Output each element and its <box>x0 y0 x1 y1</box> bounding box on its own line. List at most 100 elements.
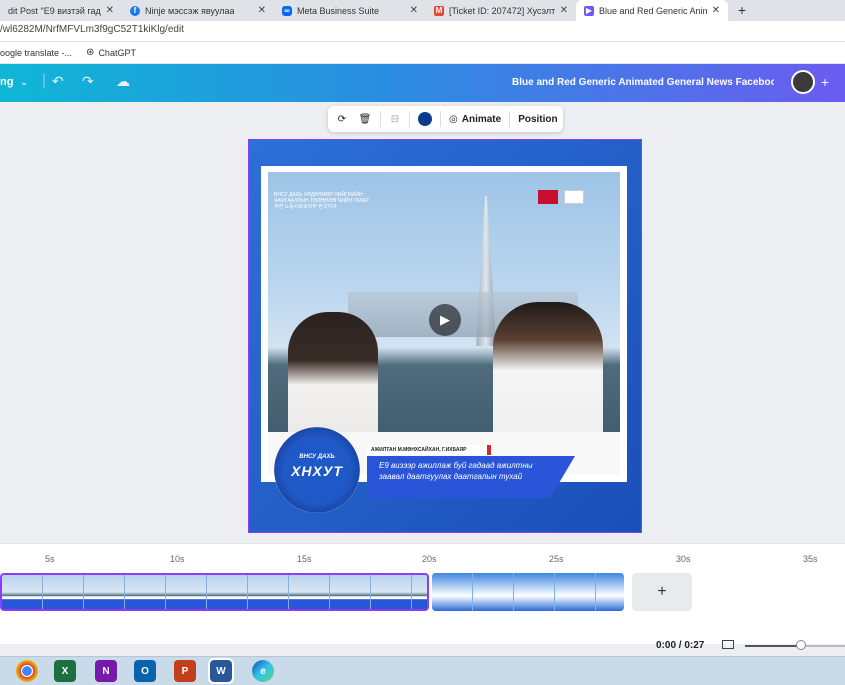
os-taskbar: X N O P W e <box>0 656 845 685</box>
divider <box>440 111 441 127</box>
document-title[interactable]: Blue and Red Generic Animated General Ne… <box>512 77 774 88</box>
timeline-tick: 35s <box>803 554 818 564</box>
clip-thumbnail <box>412 575 427 609</box>
file-menu-button[interactable]: ng ⌄ <box>0 76 28 88</box>
bookmark-chatgpt[interactable]: ⊛ ChatGPT <box>86 47 136 58</box>
gmail-icon: M <box>434 5 444 16</box>
trash-icon[interactable]: 🗑 <box>354 106 376 132</box>
close-icon[interactable]: ✕ <box>560 5 568 16</box>
timeline-tick: 30s <box>676 554 691 564</box>
add-clip-button[interactable]: + <box>632 573 692 611</box>
timeline-tick: 20s <box>422 554 437 564</box>
divider: | <box>42 72 47 89</box>
bookmark-label: oogle translate -... <box>0 47 73 58</box>
powerpoint-icon[interactable]: P <box>174 660 196 682</box>
tab-facebook[interactable]: f Ninje мэссэж явуулаа ✕ <box>122 0 274 21</box>
cloud-saved-icon[interactable]: ☁ <box>116 73 130 90</box>
clip-thumbnail <box>125 575 166 609</box>
avatar[interactable] <box>791 70 815 94</box>
replace-icon[interactable]: ⟳ <box>330 106 354 132</box>
tab-label: Meta Business Suite <box>297 5 380 16</box>
zoom-slider-fill <box>745 645 801 647</box>
new-tab-button[interactable]: + <box>734 2 750 18</box>
logo-badge: ВНСУ ДАХЬ ХНХУТ <box>274 427 360 513</box>
divider <box>409 111 410 127</box>
tab-meta-business[interactable]: ∞ Meta Business Suite ✕ <box>274 0 426 21</box>
caption-line: E9 визээр ажиллаж буй гадаад ажилтны <box>379 461 533 470</box>
color-swatch-button[interactable] <box>414 106 436 132</box>
bookmark-google-translate[interactable]: oogle translate -... <box>0 48 72 58</box>
clip-thumbnail <box>596 573 624 611</box>
clip-thumbnail <box>330 575 371 609</box>
clip-thumbnail <box>473 573 514 611</box>
edge-icon[interactable]: e <box>252 660 274 682</box>
word-icon[interactable]: W <box>208 658 234 684</box>
clip-thumbnail <box>514 573 555 611</box>
timeline: 5s 10s 15s 20s 25s 30s 35s + <box>0 543 845 644</box>
animate-label: Animate <box>461 113 502 125</box>
tab-edit-post[interactable]: dit Post "E9 визтэй гадаад ажи ✕ <box>0 0 122 21</box>
split-icon[interactable]: ⊟ <box>385 106 405 132</box>
timeline-clip-video[interactable] <box>0 573 429 611</box>
add-member-button[interactable]: + <box>815 70 835 94</box>
play-icon[interactable]: ▶ <box>429 304 461 336</box>
clip-thumbnail <box>248 575 289 609</box>
address-bar[interactable]: /wl6282M/NrfMFVLm3f9gC52T1kiKlg/edit <box>0 21 845 42</box>
color-swatch <box>418 112 432 126</box>
meta-icon: ∞ <box>282 5 292 16</box>
tab-label: Blue and Red Generic Animated <box>599 5 707 16</box>
clip-thumbnail <box>43 575 84 609</box>
divider <box>509 111 511 127</box>
video-header: ВНСУ ДАХЬ ХӨДӨЛМӨР НИЙГМИЙН ХАМГААЛЛЫН Т… <box>274 192 394 210</box>
korea-flag <box>564 190 584 204</box>
browser-tab-strip: dit Post "E9 визтэй гадаад ажи ✕ f Ninje… <box>0 0 845 21</box>
time-readout: 0:00 / 0:27 <box>656 640 705 651</box>
clip-thumbnail <box>371 575 412 609</box>
outlook-icon[interactable]: O <box>134 660 156 682</box>
timeline-tick: 15s <box>297 554 312 564</box>
close-icon[interactable]: ✕ <box>258 5 266 16</box>
caption-line: заавал даатгуулах даатгалын тухай <box>379 472 523 481</box>
excel-icon[interactable]: X <box>54 660 76 682</box>
screen-icon[interactable] <box>722 640 734 649</box>
close-icon[interactable]: ✕ <box>106 5 114 16</box>
video-header-line: ВНСУ ДАХЬ ХӨДӨЛМӨР НИЙГМИЙН ХАМГААЛЛЫН Т… <box>274 192 369 204</box>
tab-gmail[interactable]: M [Ticket ID: 207472] Хусэлт гаргах ✕ <box>426 0 576 21</box>
clip-thumbnail <box>166 575 207 609</box>
clip-thumbnail <box>555 573 596 611</box>
timeline-clip-outro[interactable] <box>432 573 624 611</box>
design-canvas[interactable]: ВНСУ ДАХЬ ХӨДӨЛМӨР НИЙГМИЙН ХАМГААЛЛЫН Т… <box>248 139 642 533</box>
red-accent <box>487 445 491 455</box>
editor-header: ng ⌄ | ↶ ↷ ☁ Blue and Red Generic Animat… <box>0 64 845 102</box>
caption-banner: E9 визээр ажиллаж буй гадаад ажилтны заа… <box>367 456 575 498</box>
tab-label: dit Post "E9 визтэй гадаад ажи <box>8 5 101 16</box>
chrome-icon[interactable] <box>16 660 38 682</box>
clip-thumbnail <box>2 575 43 609</box>
onenote-icon[interactable]: N <box>95 660 117 682</box>
divider <box>380 111 381 127</box>
zoom-slider-handle[interactable] <box>796 640 806 650</box>
animate-button[interactable]: ◎ Animate <box>445 106 505 132</box>
undo-icon[interactable]: ↶ <box>52 73 64 90</box>
chatgpt-icon: ⊛ <box>86 47 95 58</box>
animate-icon: ◎ <box>449 113 458 125</box>
element-toolbar: ⟳ 🗑 ⊟ ◎ Animate Position <box>328 106 563 132</box>
tab-canva-active[interactable]: ▶ Blue and Red Generic Animated ✕ <box>576 0 728 21</box>
close-icon[interactable]: ✕ <box>410 5 418 16</box>
badge-small-text: ВНСУ ДАХЬ <box>299 454 335 460</box>
tab-label: Ninje мэссэж явуулаа <box>145 5 235 16</box>
badge-big-text: ХНХУТ <box>291 463 343 479</box>
bookmark-label: ChatGPT <box>98 47 136 58</box>
redo-icon[interactable]: ↷ <box>82 73 94 90</box>
timeline-tick: 10s <box>170 554 185 564</box>
canva-video-icon: ▶ <box>584 5 594 16</box>
close-icon[interactable]: ✕ <box>712 5 720 16</box>
url-text[interactable]: /wl6282M/NrfMFVLm3f9gC52T1kiKlg/edit <box>0 24 184 35</box>
name-strip: АЖИЛТАН М.МӨНХСАЙХАН, Г.ИХБАЯР <box>367 445 487 455</box>
timeline-tick: 25s <box>549 554 564 564</box>
clip-thumbnail <box>289 575 330 609</box>
timeline-tick: 5s <box>45 554 55 564</box>
position-label: Position <box>518 113 558 125</box>
clip-thumbnail <box>432 573 473 611</box>
position-button[interactable]: Position <box>514 106 561 132</box>
